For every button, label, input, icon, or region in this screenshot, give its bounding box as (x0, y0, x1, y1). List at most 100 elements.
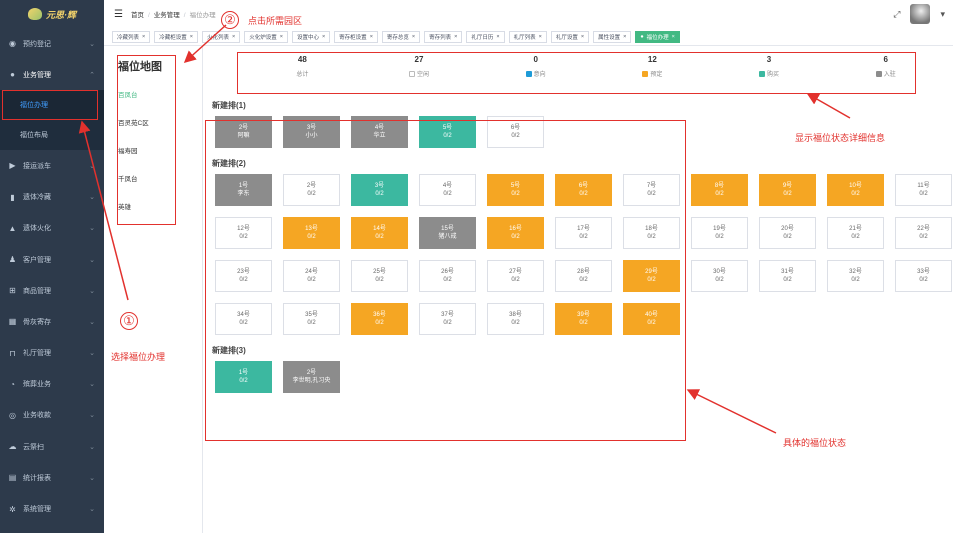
niche-cell[interactable]: 19号 0/2 (691, 217, 748, 249)
tag-11[interactable]: 属性设置 × (593, 30, 632, 43)
niche-cell[interactable]: 2号 阿嘛 (215, 116, 272, 148)
breadcrumb-section[interactable]: 业务管理 (154, 12, 180, 19)
niche-cell[interactable]: 6号 0/2 (555, 174, 612, 206)
niche-cell[interactable]: 39号 0/2 (555, 303, 612, 335)
niche-cell[interactable]: 28号 0/2 (555, 260, 612, 292)
area-item-2[interactable]: 福寿园 (114, 136, 174, 164)
niche-cell[interactable]: 6号 0/2 (487, 116, 544, 148)
niche-cell[interactable]: 37号 0/2 (419, 303, 476, 335)
sidebar-item-1[interactable]: ● 业务管理 ⌃ (0, 59, 104, 90)
close-icon[interactable]: × (142, 34, 145, 40)
tag-8[interactable]: 礼厅日历 × (466, 30, 505, 43)
niche-cell[interactable]: 2号 李世明,孔习央 (283, 361, 340, 393)
fullscreen-icon[interactable]: ⤢ (893, 9, 900, 20)
niche-cell[interactable]: 22号 0/2 (895, 217, 952, 249)
close-icon[interactable]: × (232, 34, 235, 40)
niche-cell[interactable]: 1号 0/2 (215, 361, 272, 393)
niche-cell[interactable]: 16号 0/2 (487, 217, 544, 249)
niche-cell[interactable]: 2号 0/2 (283, 174, 340, 206)
tag-5[interactable]: 寄存柜设置 × (334, 30, 378, 43)
niche-cell[interactable]: 36号 0/2 (351, 303, 408, 335)
tag-10[interactable]: 礼厅设置 × (550, 30, 590, 43)
tag-7[interactable]: 寄存列表 × (424, 30, 463, 43)
sidebar-item-9[interactable]: ◔ 殡葬业务 ⌄ (0, 369, 104, 400)
close-icon[interactable]: × (322, 34, 325, 40)
sidebar-item-11[interactable]: ☁ 云祭扫 ⌄ (0, 431, 104, 462)
tag-3[interactable]: 火化炉设置 × (244, 30, 288, 43)
niche-cell[interactable]: 26号 0/2 (419, 260, 476, 292)
tag-12[interactable]: ● 福位办理 × (635, 30, 680, 43)
close-icon[interactable]: × (672, 34, 675, 40)
breadcrumb-home[interactable]: 首页 (131, 12, 144, 19)
niche-cell[interactable]: 8号 0/2 (691, 174, 748, 206)
niche-cell[interactable]: 10号 0/2 (827, 174, 884, 206)
tag-6[interactable]: 寄存总览 × (381, 30, 421, 43)
niche-cell[interactable]: 15号 猪八戒 (419, 217, 476, 249)
niche-cell[interactable]: 5号 0/2 (487, 174, 544, 206)
niche-cell[interactable]: 3号 小小 (283, 116, 340, 148)
niche-cell[interactable]: 32号 0/2 (827, 260, 884, 292)
tag-4[interactable]: 设置中心 × (291, 30, 331, 43)
niche-cell[interactable]: 4号 华立 (351, 116, 408, 148)
sidebar-subitem-0[interactable]: 福位办理 (0, 90, 104, 121)
niche-cell[interactable]: 33号 0/2 (895, 260, 952, 292)
niche-cell[interactable]: 38号 0/2 (487, 303, 544, 335)
niche-cell[interactable]: 18号 0/2 (623, 217, 680, 249)
sidebar-item-6[interactable]: ⊞ 商品管理 ⌄ (0, 275, 104, 306)
niche-cell[interactable]: 34号 0/2 (215, 303, 272, 335)
caret-down-icon[interactable]: ▾ (940, 9, 945, 20)
niche-cell[interactable]: 35号 0/2 (283, 303, 340, 335)
sidebar-item-7[interactable]: ▦ 骨灰寄存 ⌄ (0, 306, 104, 337)
sidebar-item-5[interactable]: ♟ 客户管理 ⌄ (0, 244, 104, 275)
close-icon[interactable]: × (623, 34, 626, 40)
close-icon[interactable]: × (412, 34, 415, 40)
niche-cell[interactable]: 24号 0/2 (283, 260, 340, 292)
close-icon[interactable]: × (190, 34, 193, 40)
niche-cell[interactable]: 25号 0/2 (351, 260, 408, 292)
sidebar-item-0[interactable]: ◉ 预约登记 ⌄ (0, 28, 104, 59)
close-icon[interactable]: × (581, 34, 584, 40)
close-icon[interactable]: × (496, 34, 499, 40)
niche-cell[interactable]: 7号 0/2 (623, 174, 680, 206)
close-icon[interactable]: × (539, 34, 542, 40)
area-item-4[interactable]: 英雄 (114, 192, 174, 220)
niche-cell[interactable]: 12号 0/2 (215, 217, 272, 249)
sidebar-item-10[interactable]: ◎ 业务收款 ⌄ (0, 400, 104, 431)
niche-cell[interactable]: 17号 0/2 (555, 217, 612, 249)
tag-0[interactable]: 冷藏列表 × (112, 30, 151, 43)
tag-1[interactable]: 冷藏柜设置 × (154, 30, 198, 43)
niche-cell[interactable]: 40号 0/2 (623, 303, 680, 335)
niche-cell[interactable]: 9号 0/2 (759, 174, 816, 206)
niche-cell[interactable]: 29号 0/2 (623, 260, 680, 292)
niche-cell[interactable]: 4号 0/2 (419, 174, 476, 206)
niche-cell[interactable]: 3号 0/2 (351, 174, 408, 206)
sidebar-item-4[interactable]: ▲ 遗体火化 ⌄ (0, 213, 104, 244)
niche-cell[interactable]: 11号 0/2 (895, 174, 952, 206)
close-icon[interactable]: × (280, 34, 283, 40)
sidebar-item-2[interactable]: ▶ 接运派车 ⌄ (0, 150, 104, 181)
sidebar-item-12[interactable]: ▤ 统计报表 ⌄ (0, 462, 104, 493)
close-icon[interactable]: × (370, 34, 373, 40)
niche-cell[interactable]: 5号 0/2 (419, 116, 476, 148)
niche-cell[interactable]: 1号 李东 (215, 174, 272, 206)
niche-cell[interactable]: 13号 0/2 (283, 217, 340, 249)
close-icon[interactable]: × (454, 34, 457, 40)
sidebar-subitem-1[interactable]: 福位布局 (0, 120, 104, 151)
niche-cell[interactable]: 21号 0/2 (827, 217, 884, 249)
sidebar-item-3[interactable]: ▮ 遗体冷藏 ⌄ (0, 182, 104, 213)
tag-9[interactable]: 礼厅列表 × (508, 30, 547, 43)
menu-toggle-icon[interactable]: ☰ (114, 9, 123, 20)
niche-cell[interactable]: 20号 0/2 (759, 217, 816, 249)
niche-cell[interactable]: 27号 0/2 (487, 260, 544, 292)
area-item-1[interactable]: 百灵苑C区 (114, 108, 174, 136)
logo[interactable]: 元思·辉 (0, 0, 104, 28)
sidebar-item-13[interactable]: ✲ 系统管理 ⌄ (0, 493, 104, 524)
tag-2[interactable]: 火化列表 × (201, 30, 241, 43)
area-item-3[interactable]: 千凤台 (114, 164, 174, 192)
sidebar-item-8[interactable]: ⊓ 礼厅管理 ⌄ (0, 338, 104, 369)
area-item-0[interactable]: 百凤台 (114, 80, 174, 108)
niche-cell[interactable]: 23号 0/2 (215, 260, 272, 292)
niche-cell[interactable]: 30号 0/2 (691, 260, 748, 292)
niche-cell[interactable]: 14号 0/2 (351, 217, 408, 249)
niche-cell[interactable]: 31号 0/2 (759, 260, 816, 292)
